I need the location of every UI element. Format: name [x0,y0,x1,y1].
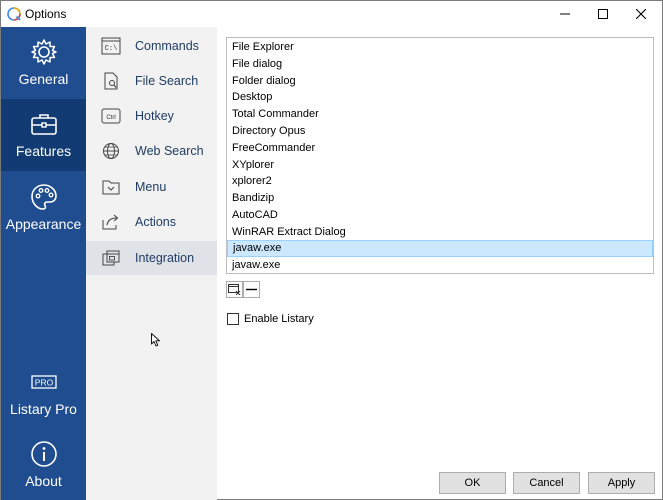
rail-item-label: Appearance [5,216,82,232]
subnav-item-integration[interactable]: Integration [86,241,217,275]
list-item[interactable]: javaw.exe [227,257,653,274]
close-icon [636,9,646,19]
title-bar[interactable]: Options [1,1,662,27]
integration-list[interactable]: File Explorer File dialog Folder dialog … [226,37,654,274]
list-item[interactable]: XYplorer [227,157,653,174]
file-search-icon [104,72,118,90]
subnav-item-commands[interactable]: C:\ Commands [86,29,217,63]
subnav-item-actions[interactable]: Actions [86,205,217,239]
window-title: Options [25,7,67,21]
info-icon [30,441,57,467]
subnav-item-label: Actions [135,215,176,229]
ok-button[interactable]: OK [439,472,506,494]
pro-badge-icon: PRO [30,375,57,389]
subnav-item-label: File Search [135,74,199,88]
rail-item-general[interactable]: General [1,27,86,99]
cancel-button[interactable]: Cancel [513,472,580,494]
remove-application-button[interactable] [243,281,260,298]
checkbox-box[interactable] [227,313,239,325]
command-prompt-icon: C:\ [101,37,121,55]
list-item[interactable]: Total Commander [227,106,653,123]
subnav-item-label: Web Search [135,144,204,158]
rail-item-label: General [18,71,69,87]
list-item-selected[interactable]: javaw.exe [227,240,653,257]
subnav-item-hotkey[interactable]: Ctrl Hotkey [86,99,217,133]
window-integration-icon [102,250,120,266]
list-item[interactable]: File Explorer [227,39,653,56]
command-prompt-text: C:\ [105,45,118,53]
close-button[interactable] [623,1,659,27]
options-window: Options General Features Appearance PRO … [0,0,663,500]
rail-item-label: Features [15,143,72,159]
rail-item-label: Listary Pro [10,401,77,417]
list-item[interactable]: Desktop [227,89,653,106]
rail-item-about[interactable]: About [1,429,86,500]
pro-badge-text: PRO [34,378,53,388]
enable-listary-label: Enable Listary [244,313,314,325]
list-item[interactable]: File dialog [227,56,653,73]
list-item[interactable]: FreeCommander [227,140,653,157]
enable-listary-checkbox[interactable]: Enable Listary [227,312,314,326]
subnav-item-label: Menu [135,180,167,194]
features-subnav: C:\ Commands File Search Ctrl Hotkey Web… [86,27,217,500]
maximize-button[interactable] [585,1,621,27]
maximize-icon [598,9,608,19]
menu-folder-icon [102,180,120,195]
rail-item-appearance[interactable]: Appearance [1,172,86,244]
listary-logo-icon [7,7,21,21]
list-item[interactable]: AutoCAD [227,207,653,224]
add-window-icon [228,284,241,295]
list-item[interactable]: Folder dialog [227,73,653,90]
category-rail: General Features Appearance PRO Listary … [1,27,86,500]
list-item[interactable]: xplorer2 [227,173,653,190]
minimize-icon [560,13,570,15]
list-item[interactable]: WinRAR Extract Dialog [227,224,653,241]
keyboard-key-icon: Ctrl [101,108,121,124]
subnav-item-file-search[interactable]: File Search [86,64,217,98]
list-item[interactable]: Bandizip [227,190,653,207]
globe-icon [103,143,119,159]
palette-icon [30,184,57,210]
briefcase-icon [30,114,57,135]
mouse-cursor-icon [151,333,160,347]
subnav-item-menu[interactable]: Menu [86,170,217,204]
share-arrow-icon [102,214,119,230]
rail-item-features[interactable]: Features [1,99,86,171]
keyboard-key-text: Ctrl [106,115,115,121]
subnav-item-label: Hotkey [135,109,174,123]
subnav-item-web-search[interactable]: Web Search [86,134,217,168]
minimize-button[interactable] [547,1,583,27]
rail-item-listary-pro[interactable]: PRO Listary Pro [1,357,86,429]
rail-item-label: About [25,473,62,489]
apply-button[interactable]: Apply [588,472,655,494]
minus-icon [246,288,257,291]
list-item[interactable]: Directory Opus [227,123,653,140]
add-application-button[interactable] [226,281,243,298]
gear-icon [30,39,57,65]
subnav-item-label: Commands [135,39,199,53]
subnav-item-label: Integration [135,251,195,265]
